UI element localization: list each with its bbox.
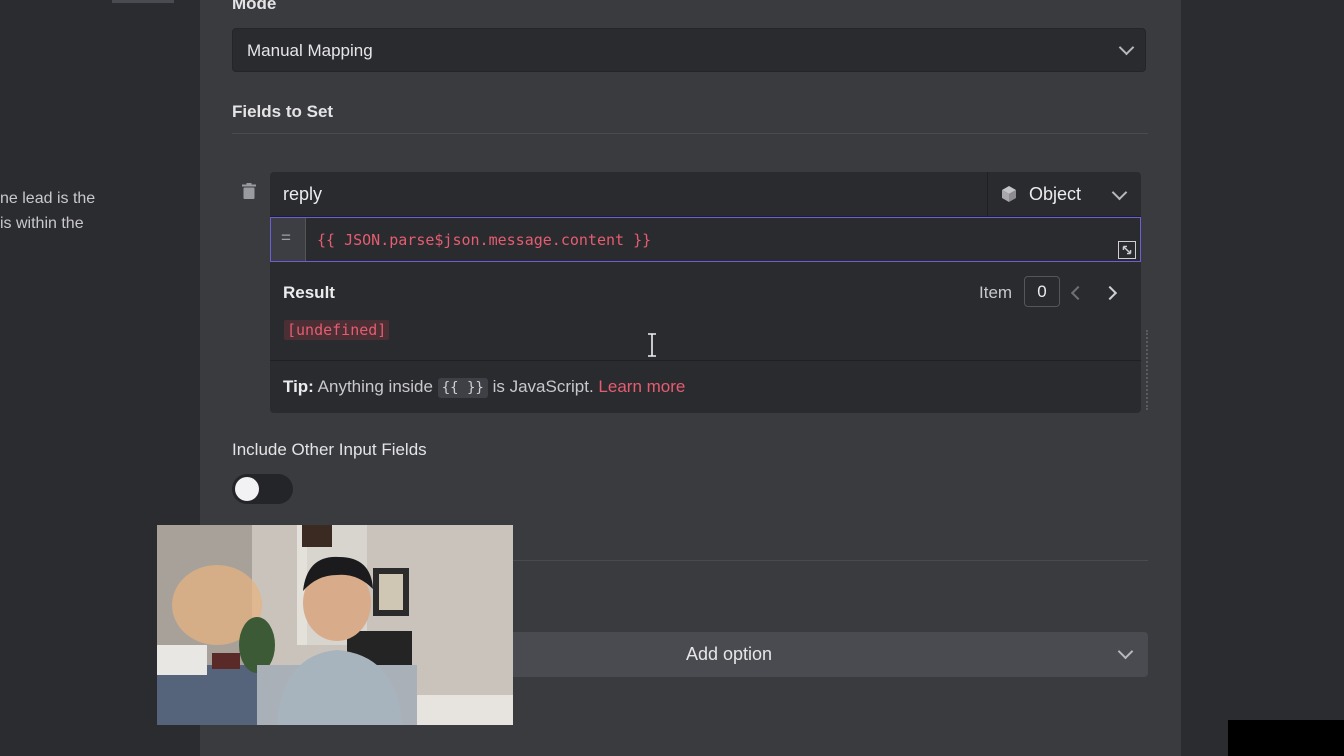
field-type-select[interactable]: Object xyxy=(987,172,1142,216)
cube-icon xyxy=(1002,186,1016,202)
expression-mode-indicator: = xyxy=(271,218,306,261)
mode-selected-value: Manual Mapping xyxy=(247,41,373,60)
mode-select[interactable]: Manual Mapping xyxy=(232,28,1146,72)
result-value: [undefined] xyxy=(284,320,390,340)
field-name-value: reply xyxy=(283,184,323,204)
chevron-left-icon[interactable] xyxy=(1070,285,1086,301)
include-other-fields-toggle[interactable] xyxy=(232,474,293,504)
right-panel xyxy=(1181,0,1344,756)
field-type-value: Object xyxy=(1029,184,1082,204)
chevron-right-icon[interactable] xyxy=(1102,285,1118,301)
field-assignment-card: reply Object = {{ JSON.parse$json.messag… xyxy=(270,172,1141,413)
tip-text-before: Anything inside xyxy=(317,377,433,396)
tip-text: Tip: Anything inside {{ }} is JavaScript… xyxy=(283,377,685,398)
fields-to-set-title: Fields to Set xyxy=(232,102,334,121)
learn-more-link[interactable]: Learn more xyxy=(598,377,685,396)
mode-label: Mode xyxy=(232,0,277,13)
tip-text-after: is JavaScript. xyxy=(492,377,594,396)
include-other-fields-label: Include Other Input Fields xyxy=(232,440,427,459)
left-text-line-2: is within the xyxy=(0,215,84,232)
add-option-button[interactable]: Add option xyxy=(466,632,1148,677)
black-overlay xyxy=(1228,720,1344,756)
equals-icon: = xyxy=(281,228,291,247)
tip-code: {{ }} xyxy=(437,378,488,398)
add-option-label: Add option xyxy=(685,644,773,664)
expression-input[interactable]: = {{ JSON.parse$json.message.content }} xyxy=(270,217,1141,262)
text-cursor-icon xyxy=(648,333,656,357)
webcam-video-frame xyxy=(157,525,513,725)
item-label: Item xyxy=(979,283,1013,302)
chevron-down-icon xyxy=(1117,643,1134,660)
result-label: Result xyxy=(283,283,335,302)
left-top-divider xyxy=(112,0,174,3)
field-name-input[interactable]: reply Object xyxy=(270,172,1141,217)
expand-icon[interactable] xyxy=(1118,241,1136,259)
resize-handle[interactable] xyxy=(1146,330,1148,410)
left-description-text: ne lead is the is within the xyxy=(0,186,95,236)
toggle-knob xyxy=(235,477,259,501)
chevron-down-icon xyxy=(1111,184,1128,201)
left-text-line-1: ne lead is the xyxy=(0,190,96,207)
chevron-down-icon xyxy=(1118,39,1135,56)
webcam-overlay xyxy=(157,525,513,725)
result-preview: Result Item 0 [undefined] xyxy=(270,262,1141,361)
section-divider xyxy=(232,133,1148,134)
expression-text: {{ JSON.parse$json.message.content }} xyxy=(317,231,652,249)
tip-prefix: Tip: xyxy=(283,377,314,396)
item-index-input[interactable]: 0 xyxy=(1024,276,1060,307)
trash-icon[interactable] xyxy=(242,183,256,199)
